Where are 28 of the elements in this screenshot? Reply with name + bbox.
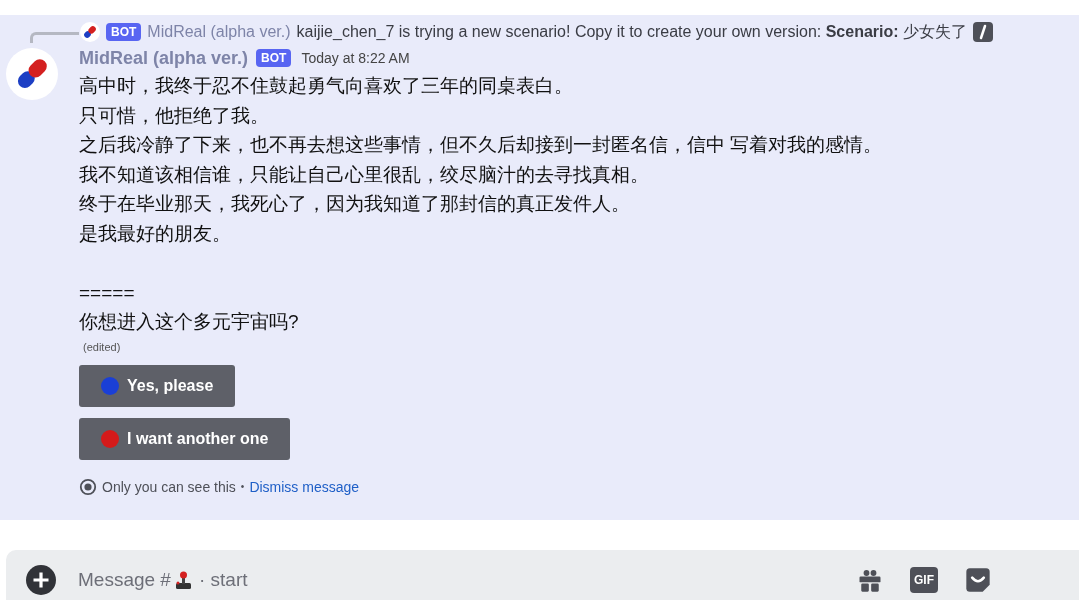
dismiss-link[interactable]: Dismiss message [249, 478, 360, 495]
separator-dot: • [240, 481, 245, 492]
notice-text: Only you can see this [102, 478, 236, 495]
message-line: ===== [79, 280, 136, 305]
placeholder-text: · start [198, 569, 248, 591]
action-button[interactable]: Yes, please [79, 364, 236, 407]
message-line: 你想进入这个多元宇宙吗? [79, 310, 300, 334]
sticker-icon[interactable] [964, 566, 992, 594]
edited-label: (edited) [83, 340, 122, 353]
message-line: 我不知道该相信谁，只能让自己心里很乱，绞尽脑汁的去寻找真相。 [79, 162, 650, 187]
message-line: 是我最好的朋友。 [79, 221, 232, 246]
bot-badge: BOT [256, 49, 292, 67]
reply-text[interactable]: kaijie_chen_7 is trying a new scenario! Copy it to create your own version: Scenario: 少女失了 [296, 21, 968, 43]
message-line: 高中时，我终于忍不住鼓起勇气向喜欢了三年的同桌表白。 [79, 74, 574, 98]
add-icon[interactable] [26, 565, 56, 595]
slash-command-icon [973, 22, 994, 42]
action-button[interactable]: I want another one [79, 417, 291, 460]
placeholder-text: Message # [78, 569, 171, 591]
bot-badge: BOT [106, 23, 142, 41]
message-input[interactable]: Message # · start GIF [6, 550, 1079, 600]
message-line: 终于在毕业那天，我死心了，因为我知道了那封信的真正发件人。 [79, 192, 631, 216]
timestamp: Today at 8:22 AM [301, 50, 410, 66]
eye-icon [79, 477, 97, 496]
message-line: 只可惜，他拒绝了我。 [79, 103, 270, 128]
bot-avatar[interactable] [80, 22, 100, 42]
gif-button[interactable]: GIF [910, 567, 938, 593]
message-line: 之后我冷静了下来，也不再去想这些事情，但不久后却接到一封匿名信，信中 写着对我的感情。 [79, 133, 883, 157]
bot-avatar[interactable] [6, 48, 58, 100]
